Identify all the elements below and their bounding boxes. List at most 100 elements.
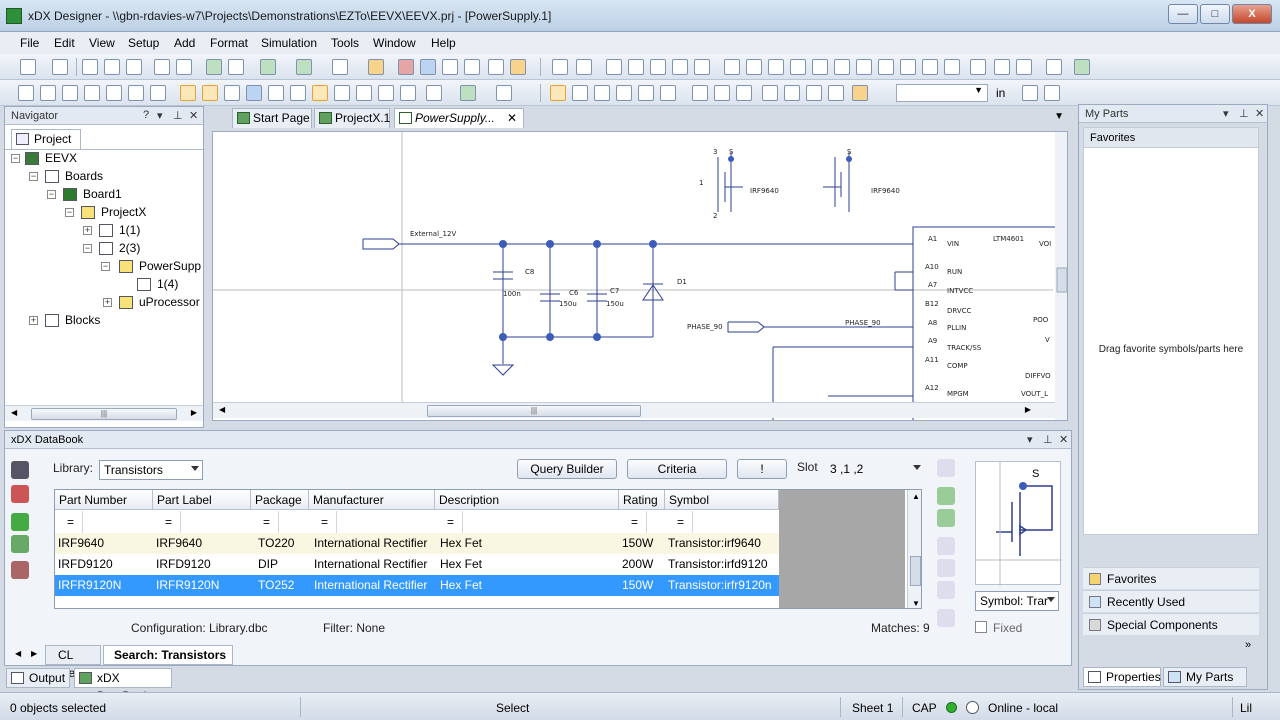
navigator-toggle-icon[interactable]	[180, 85, 196, 101]
paste-icon[interactable]	[937, 559, 955, 577]
verify-icon[interactable]	[296, 59, 312, 75]
copy-move-icon[interactable]	[576, 59, 592, 75]
view-d-icon[interactable]	[334, 85, 350, 101]
align-bottom-icon[interactable]	[834, 59, 850, 75]
close-icon[interactable]: ✕	[189, 109, 198, 122]
tab-start-page[interactable]: Start Page	[232, 108, 312, 128]
table-row-selected[interactable]: IRFR9120N IRFR9120N TO252 International …	[55, 575, 779, 596]
filter-cell[interactable]: =	[665, 511, 693, 533]
package-icon[interactable]	[368, 59, 384, 75]
library-icon[interactable]	[398, 59, 414, 75]
back-icon[interactable]	[970, 59, 986, 75]
section-recently-used[interactable]: Recently Used	[1083, 590, 1259, 612]
databook-toggle-icon[interactable]	[202, 85, 218, 101]
flip-icon[interactable]	[628, 59, 644, 75]
view-e-icon[interactable]	[356, 85, 372, 101]
filter-cell[interactable]: =	[435, 511, 463, 533]
expand-toggle[interactable]: +	[29, 316, 38, 325]
menu-view[interactable]: View	[89, 36, 115, 50]
cut-icon[interactable]	[82, 59, 98, 75]
expand-toggle[interactable]: −	[101, 262, 110, 271]
copy-icon[interactable]	[104, 59, 120, 75]
space-v-icon[interactable]	[922, 59, 938, 75]
distribute-v-icon[interactable]	[878, 59, 894, 75]
minimize-button[interactable]: —	[1168, 4, 1198, 24]
pin-icon[interactable]: ⊥	[1043, 433, 1053, 446]
menu-edit[interactable]: Edit	[54, 36, 75, 50]
zoom-out-icon[interactable]	[62, 85, 78, 101]
menu-setup[interactable]: Setup	[128, 36, 159, 50]
section-special-components[interactable]: Special Components	[1083, 613, 1259, 635]
filter-cell[interactable]: =	[55, 511, 83, 533]
net-label-phase90-left[interactable]: PHASE_90	[687, 323, 723, 331]
maximize-button[interactable]: □	[1200, 4, 1230, 24]
align-center-icon[interactable]	[746, 59, 762, 75]
text-icon[interactable]	[806, 85, 822, 101]
add-icon[interactable]	[937, 459, 955, 477]
tab-databook[interactable]: xDX DataBook	[74, 668, 172, 703]
tab-powersupply[interactable]: PowerSupply... ✕	[394, 108, 524, 128]
tab-project[interactable]: Project	[11, 129, 81, 149]
close-button[interactable]: X	[1232, 4, 1272, 24]
dropdown-icon[interactable]: ▾	[1027, 433, 1033, 446]
mail-icon[interactable]	[488, 59, 504, 75]
net-icon[interactable]	[616, 85, 632, 101]
new-icon[interactable]	[20, 59, 36, 75]
symbol-select[interactable]: Symbol: Trar	[975, 591, 1059, 611]
pin-icon[interactable]: ⊥	[173, 109, 183, 122]
tabs-dropdown-icon[interactable]: ▼	[1054, 111, 1064, 122]
tab-my-parts[interactable]: My Parts	[1163, 667, 1247, 687]
net-label-external[interactable]: External_12V	[410, 230, 456, 238]
col-symbol[interactable]: Symbol	[665, 490, 779, 510]
find-icon[interactable]	[154, 59, 170, 75]
pan-hand-icon[interactable]	[150, 85, 166, 101]
grid-icon[interactable]	[1022, 85, 1038, 101]
close-icon[interactable]: ✕	[1255, 107, 1264, 120]
print-icon[interactable]	[52, 59, 68, 75]
binoculars-icon[interactable]	[176, 59, 192, 75]
col-part-label[interactable]: Part Label	[153, 490, 251, 510]
col-package[interactable]: Package	[251, 490, 309, 510]
tree-item-uprocessor[interactable]: uProcessor	[139, 295, 200, 309]
expand-toggle[interactable]: −	[11, 154, 20, 163]
view-h-icon[interactable]	[426, 85, 442, 101]
menu-help[interactable]: Help	[431, 36, 456, 50]
rotate-icon[interactable]	[606, 59, 622, 75]
sim-icon[interactable]	[420, 59, 436, 75]
menu-file[interactable]: File	[20, 36, 39, 50]
connector-icon[interactable]	[692, 85, 708, 101]
distribute-icon[interactable]	[856, 59, 872, 75]
arc-icon[interactable]	[828, 85, 844, 101]
report-icon[interactable]	[442, 59, 458, 75]
scroll-thumb[interactable]: |||	[31, 408, 177, 420]
net-label-phase90-right[interactable]: PHASE_90	[845, 319, 881, 327]
filter-cell[interactable]: =	[251, 511, 279, 533]
output-toggle-icon[interactable]	[246, 85, 262, 101]
zoom-area-icon[interactable]	[84, 85, 100, 101]
tab-prev-icon[interactable]: ◀	[15, 649, 21, 658]
image-icon[interactable]	[852, 85, 868, 101]
group-icon[interactable]	[694, 59, 710, 75]
view-c-icon[interactable]	[312, 85, 328, 101]
bus-icon[interactable]	[594, 85, 610, 101]
scroll-right-icon[interactable]: ▶	[191, 408, 197, 417]
section-favorites[interactable]: Favorites	[1083, 567, 1259, 589]
fixed-checkbox[interactable]	[975, 621, 987, 633]
space-icon[interactable]	[900, 59, 916, 75]
zoom-fit-icon[interactable]	[18, 85, 34, 101]
undo-icon[interactable]	[206, 59, 222, 75]
tab-next-icon[interactable]: ▶	[31, 649, 37, 658]
add-arrow-icon[interactable]	[937, 487, 955, 505]
query-builder-button[interactable]: Query Builder	[517, 459, 617, 479]
scroll-up-icon[interactable]: ▲	[912, 492, 920, 501]
grid-size-select[interactable]: ▼	[896, 84, 988, 102]
tree-item-sheet4[interactable]: 1(4)	[157, 277, 178, 291]
tab-search-transistors[interactable]: Search: Transistors	[103, 645, 233, 665]
front-icon[interactable]	[944, 59, 960, 75]
filter-cell[interactable]: =	[153, 511, 181, 533]
tree-item-sheet2[interactable]: 2(3)	[119, 241, 140, 255]
search-binoculars-icon[interactable]	[11, 461, 29, 479]
scroll-left-icon[interactable]: ◀	[219, 405, 225, 414]
filter-cell[interactable]: =	[619, 511, 647, 533]
refresh-icon[interactable]	[510, 59, 526, 75]
